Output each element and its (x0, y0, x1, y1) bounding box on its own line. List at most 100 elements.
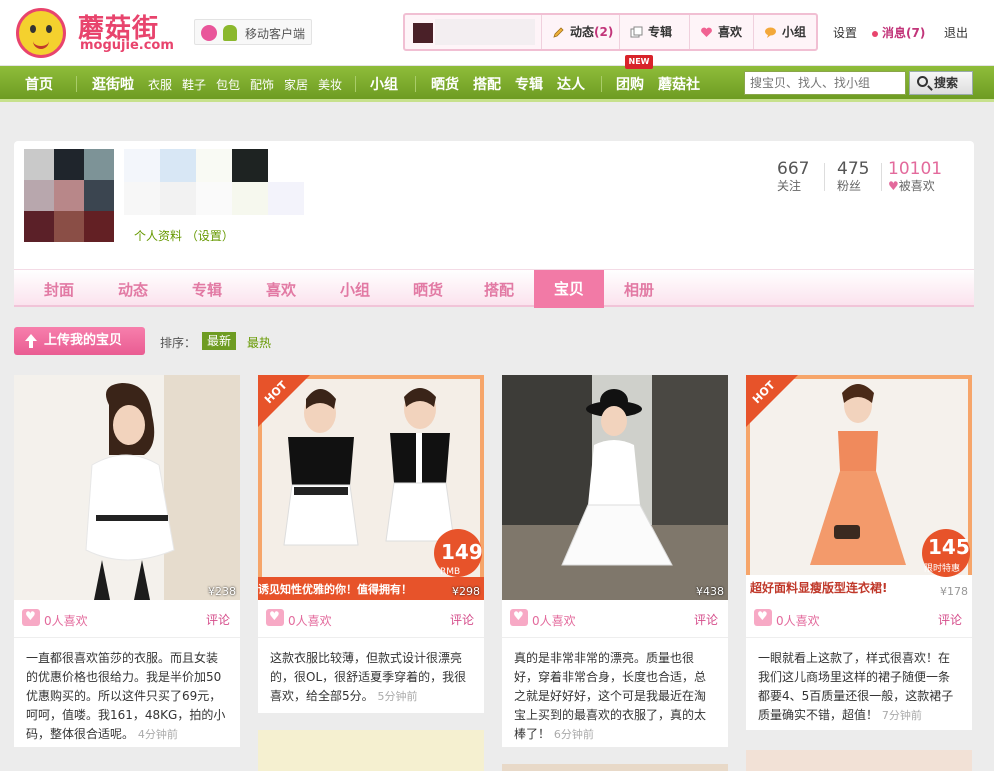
next-row-image[interactable] (746, 750, 972, 771)
product-image[interactable]: HOT 超好面料显瘦版型连衣裙! 145 限时特惠 ¥178 (746, 375, 972, 600)
comment-link[interactable]: 评论 (938, 611, 962, 628)
tab-items[interactable]: 宝贝 (534, 270, 604, 308)
comment-link[interactable]: 评论 (694, 611, 718, 628)
dot-icon (872, 30, 878, 37)
sort-label: 排序： (160, 336, 197, 350)
pencil-icon (553, 27, 564, 38)
messages-link[interactable]: 消息(7) (872, 24, 925, 41)
like-row: 0人喜欢 评论 (14, 607, 240, 629)
post-time: 7分钟前 (881, 709, 922, 722)
nav-cat-clothes[interactable]: 衣服 (148, 76, 172, 93)
userbar-likes[interactable]: 喜欢 (689, 15, 753, 49)
price-tag: ¥298 (452, 585, 480, 598)
banner-text: 诱见知性优雅的你！值得拥有！ (258, 583, 412, 596)
mobile-app-label: 移动客户端 (245, 27, 306, 41)
like-heart-icon[interactable] (510, 609, 528, 626)
item-card: HOT 超好面料显瘦版型连衣裙! 145 限时特惠 ¥178 0人喜欢 评论 一… (746, 375, 972, 730)
nav-divider (355, 76, 356, 92)
nav-mogushe[interactable]: 蘑菇社 (658, 74, 700, 94)
user-avatar[interactable] (413, 23, 433, 43)
nav-cat-home[interactable]: 家居 (284, 76, 308, 93)
username-redacted (435, 19, 535, 45)
logout-link[interactable]: 退出 (944, 24, 968, 41)
apple-icon (201, 25, 217, 41)
nav-cat-accessories[interactable]: 配饰 (250, 76, 274, 93)
tab-likes[interactable]: 喜欢 (266, 279, 296, 300)
stat-following[interactable]: 667 关注 (777, 159, 809, 194)
comment-link[interactable]: 评论 (206, 611, 230, 628)
userbar-album[interactable]: 专辑 (619, 15, 689, 49)
nav-stroll[interactable]: 逛街啦 (92, 74, 134, 94)
tab-match[interactable]: 搭配 (484, 279, 514, 300)
profile-tabs: 封面 动态 专辑 喜欢 小组 晒货 搭配 宝贝 相册 (14, 269, 974, 308)
item-card: ¥238 0人喜欢 评论 一直都很喜欢笛莎的衣服。而且女装的优惠价格也很给力。我… (14, 375, 240, 747)
nav-group[interactable]: 小组 (370, 74, 398, 94)
tab-cover[interactable]: 封面 (44, 279, 74, 300)
nav-cat-bags[interactable]: 包包 (216, 76, 240, 93)
search-icon (917, 76, 928, 87)
tab-feed[interactable]: 动态 (118, 279, 148, 300)
item-description: 一直都很喜欢笛莎的衣服。而且女装的优惠价格也很给力。我是半价加50优惠购买的。所… (14, 637, 240, 750)
userbar-groups[interactable]: 小组 (753, 15, 816, 49)
profile-name-redacted (124, 149, 344, 215)
heart-icon: ♥ (888, 179, 899, 193)
mobile-app-button[interactable]: 移动客户端 (194, 19, 312, 45)
nav-divider (76, 76, 77, 92)
tab-show[interactable]: 晒货 (413, 279, 443, 300)
like-count: 0人喜欢 (532, 614, 576, 628)
nav-album[interactable]: 专辑 (515, 74, 543, 94)
profile-links: 个人资料 （设置） (134, 227, 234, 244)
comment-link[interactable]: 评论 (450, 611, 474, 628)
nav-tuan[interactable]: 团购 (616, 74, 644, 94)
upload-arrow-icon (25, 334, 37, 348)
item-description: 这款衣服比较薄，但款式设计很漂亮的，很OL，很舒适夏季穿着的，我很喜欢，给全部5… (258, 637, 484, 712)
nav-show[interactable]: 晒货 (431, 74, 459, 94)
nav-cat-shoes[interactable]: 鞋子 (182, 76, 206, 93)
nav-home[interactable]: 首页 (25, 74, 53, 94)
sort-hottest[interactable]: 最热 (247, 334, 271, 351)
nav-expert[interactable]: 达人 (557, 74, 585, 94)
price-tag: ¥178 (940, 585, 968, 598)
mushroom-mascot-icon (16, 8, 66, 58)
userbar-feed[interactable]: 动态(2) (541, 15, 619, 49)
profile-panel: 个人资料 （设置） 667 关注 475 粉丝 10101 ♥被喜欢 封面 动态 专辑… (14, 141, 974, 308)
banner-text: 超好面料显瘦版型连衣裙! (750, 581, 888, 595)
tab-groups[interactable]: 小组 (340, 279, 370, 300)
like-row: 0人喜欢 评论 (258, 607, 484, 629)
site-logo[interactable]: 蘑菇街 mogujie.com (14, 6, 184, 58)
product-image[interactable]: ¥238 (14, 375, 240, 600)
like-heart-icon[interactable] (22, 609, 40, 626)
settings-link[interactable]: 设置 (833, 24, 857, 41)
promo-price: 145 (928, 535, 970, 559)
logo-domain: mogujie.com (80, 38, 174, 53)
tab-album[interactable]: 专辑 (192, 279, 222, 300)
search-input[interactable] (744, 71, 906, 95)
product-image[interactable]: HOT 诱见知性优雅的你！值得拥有！ 149 RMB ¥298 (258, 375, 484, 600)
nav-match[interactable]: 搭配 (473, 74, 501, 94)
new-badge: NEW (625, 55, 653, 69)
nav-cat-beauty[interactable]: 美妆 (318, 76, 342, 93)
like-heart-icon[interactable] (754, 609, 772, 626)
next-row-image[interactable] (258, 730, 484, 771)
tab-photos[interactable]: 相册 (624, 279, 654, 300)
promo-unit: 限时特惠 (924, 564, 961, 574)
profile-avatar-redacted[interactable] (24, 149, 114, 243)
item-card: ¥438 0人喜欢 评论 真的是非常非常的漂亮。质量也很好，穿着非常合身，长度也… (502, 375, 728, 747)
sort-newest[interactable]: 最新 (202, 332, 237, 350)
profile-settings-link[interactable]: （设置） (186, 229, 234, 243)
stat-liked[interactable]: 10101 ♥被喜欢 (888, 159, 942, 194)
like-row: 0人喜欢 评论 (746, 607, 972, 629)
stat-fans[interactable]: 475 粉丝 (837, 159, 869, 194)
like-heart-icon[interactable] (266, 609, 284, 626)
android-icon (223, 25, 237, 41)
heart-icon (701, 27, 712, 37)
profile-info-link[interactable]: 个人资料 (134, 229, 182, 243)
product-image[interactable]: ¥438 (502, 375, 728, 600)
user-bar: 动态(2) 专辑 喜欢 小组 (403, 13, 818, 51)
like-row: 0人喜欢 评论 (502, 607, 728, 629)
upload-item-button[interactable]: 上传我的宝贝 (14, 327, 145, 355)
next-row-image[interactable] (502, 764, 728, 771)
search-button[interactable]: 搜索 (909, 71, 973, 95)
price-tag: ¥238 (208, 585, 236, 598)
chat-bubble-icon (765, 27, 776, 38)
